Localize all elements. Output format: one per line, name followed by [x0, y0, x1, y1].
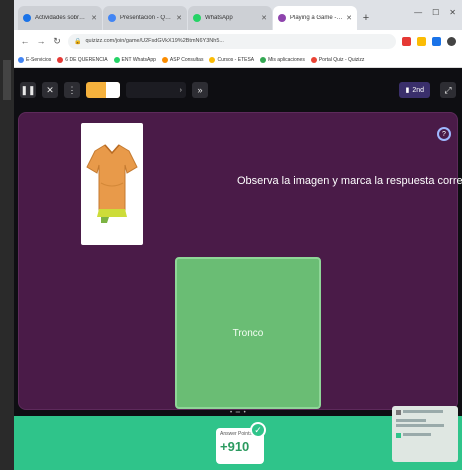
menu-button[interactable]: ⋮ — [64, 82, 80, 98]
question-image — [81, 123, 143, 245]
answer-option[interactable]: Tronco — [175, 257, 321, 409]
bookmark-item[interactable]: Mis aplicaciones — [260, 56, 305, 63]
quiz-viewport: ❚❚ ✕ ⋮ › » ▮ 2nd ⤢ Observa la imagen y m… — [14, 68, 462, 470]
bookmark-item[interactable]: ASP Consultas — [161, 56, 203, 63]
help-button[interactable]: ? — [437, 127, 451, 141]
bookmark-icon — [161, 56, 168, 63]
answer-label: Tronco — [232, 327, 264, 339]
arrow-icon: » — [197, 85, 203, 95]
bookmark-icon — [18, 56, 24, 63]
lock-icon: 🔒 — [74, 38, 82, 45]
url-input[interactable]: 🔒 quizizz.com/join/game/U2FsdGVkX19%2Btm… — [68, 33, 396, 49]
tab-title: WhatsApp — [205, 15, 233, 21]
bookmark-item[interactable]: Portal Quiz - Quizizz — [310, 56, 364, 63]
tab-favicon-icon — [23, 14, 31, 22]
close-quiz-button[interactable]: ✕ — [42, 82, 58, 98]
address-bar: ← → ↻ 🔒 quizizz.com/join/game/U2FsdGVkX1… — [14, 30, 462, 52]
tab-favicon-icon — [193, 14, 201, 22]
rank-label: 2nd — [412, 86, 424, 94]
question-panel: Observa la imagen y marca la respuesta c… — [18, 112, 462, 410]
new-tab-button[interactable]: + — [358, 6, 374, 30]
status-icon — [396, 433, 401, 438]
extension-icon[interactable] — [432, 36, 441, 46]
menu-icon: ⋮ — [67, 84, 77, 95]
chevron-icon: › — [179, 86, 182, 94]
tab-title: Actividades sobre la familia — [35, 15, 88, 21]
pause-icon: ❚❚ — [20, 84, 36, 95]
tab-bar: Actividades sobre la familia ✕ Presentac… — [14, 0, 462, 30]
app-icon — [396, 410, 401, 415]
power-up-button[interactable]: » — [192, 82, 208, 98]
browser-tab-1[interactable]: Actividades sobre la familia ✕ — [18, 6, 102, 30]
bookmark-icon — [310, 56, 317, 63]
adjacent-window-edge — [0, 0, 14, 470]
browser-tab-4-active[interactable]: Playing a Game - Quizizz ✕ — [273, 6, 357, 30]
tab-title: Presentación - Quizizz — [120, 15, 173, 21]
progress-box: › — [126, 82, 186, 98]
streak-meter — [86, 82, 120, 98]
pause-button[interactable]: ❚❚ — [20, 82, 36, 98]
url-text: quizizz.com/join/game/U2FsdGVkX19%2BtmN6… — [85, 38, 224, 44]
forward-icon[interactable]: → — [36, 36, 46, 46]
question-text: Observa la imagen y marca la respuesta c… — [237, 175, 462, 187]
rank-counter: ▮ 2nd — [399, 82, 430, 98]
window-controls: — ☐ ✕ — [414, 8, 456, 17]
bookmark-icon — [209, 56, 216, 63]
close-icon: ✕ — [46, 84, 54, 95]
tab-title: Playing a Game - Quizizz — [290, 15, 343, 21]
close-tab-icon[interactable]: ✕ — [91, 14, 97, 22]
browser-window: Actividades sobre la familia ✕ Presentac… — [14, 0, 462, 470]
profile-avatar[interactable] — [447, 36, 456, 46]
tab-favicon-icon — [108, 14, 116, 22]
browser-tab-2[interactable]: Presentación - Quizizz ✕ — [103, 6, 187, 30]
bookmark-icon — [113, 56, 120, 63]
bookmark-item[interactable]: E-Servicios — [18, 56, 51, 63]
tab-favicon-icon — [278, 14, 286, 22]
bookmark-item[interactable]: Cursos - ETESA — [209, 56, 254, 63]
trophy-icon: ▮ — [405, 87, 410, 94]
fullscreen-button[interactable]: ⤢ — [440, 82, 456, 98]
quiz-toolbar: ❚❚ ✕ ⋮ › » ▮ 2nd ⤢ — [14, 76, 462, 104]
close-tab-icon[interactable]: ✕ — [261, 14, 267, 22]
bookmark-icon — [57, 56, 64, 63]
back-icon[interactable]: ← — [20, 36, 30, 46]
check-icon: ✓ — [250, 422, 266, 438]
bookmark-icon — [260, 56, 267, 63]
score-value: +910 — [220, 439, 250, 454]
close-tab-icon[interactable]: ✕ — [346, 14, 352, 22]
maximize-icon[interactable]: ☐ — [432, 8, 439, 17]
extension-icon[interactable] — [402, 36, 411, 46]
bookmark-item[interactable]: ENT WhatsApp — [113, 56, 156, 63]
bookmark-item[interactable]: 6 DE QUERENCIA — [57, 56, 108, 63]
shirt-illustration-icon — [86, 144, 138, 223]
fullscreen-icon: ⤢ — [444, 84, 452, 95]
bookmarks-bar: E-Servicios 6 DE QUERENCIA ENT WhatsApp … — [14, 52, 462, 68]
extension-icon[interactable] — [417, 36, 426, 46]
close-window-icon[interactable]: ✕ — [449, 8, 456, 17]
streak-fill — [106, 82, 120, 98]
reload-icon[interactable]: ↻ — [52, 36, 62, 47]
browser-tab-3[interactable]: WhatsApp ✕ — [188, 6, 272, 30]
minimize-icon[interactable]: — — [414, 8, 422, 17]
close-tab-icon[interactable]: ✕ — [176, 14, 182, 22]
question-mark-icon: ? — [442, 130, 446, 138]
notification-toast[interactable] — [392, 406, 458, 462]
